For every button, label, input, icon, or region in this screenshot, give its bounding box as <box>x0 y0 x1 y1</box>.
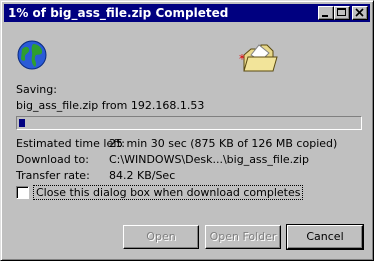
progress-fill <box>19 119 25 127</box>
download-dialog: 1% of big_ass_file.zip Completed * Savin… <box>0 0 374 261</box>
download-progress-bar <box>16 116 362 130</box>
title-bar[interactable]: 1% of big_ass_file.zip Completed <box>4 4 370 22</box>
saving-source: big_ass_file.zip from 192.168.1.53 <box>16 99 205 112</box>
globe-icon <box>17 40 47 70</box>
close-icon <box>355 8 364 17</box>
open-button[interactable]: Open <box>123 225 199 249</box>
close-button[interactable] <box>352 6 368 20</box>
maximize-icon <box>337 8 346 16</box>
saving-label: Saving: <box>16 83 57 96</box>
transfer-rate-label: Transfer rate: <box>16 169 90 182</box>
folder-icon: * <box>239 44 278 72</box>
maximize-button[interactable] <box>334 6 350 20</box>
window-title: 1% of big_ass_file.zip Completed <box>8 6 229 20</box>
cancel-button[interactable]: Cancel <box>286 224 364 250</box>
time-left-value: 25 min 30 sec (875 KB of 126 MB copied) <box>109 137 338 150</box>
transfer-rate-value: 84.2 KB/Sec <box>109 169 176 182</box>
minimize-button[interactable] <box>318 6 334 20</box>
close-when-complete-label[interactable]: Close this dialog box when download comp… <box>33 185 304 200</box>
download-to-label: Download to: <box>16 153 89 166</box>
svg-text:*: * <box>239 52 245 66</box>
open-folder-button[interactable]: Open Folder <box>205 225 281 249</box>
minimize-icon <box>322 15 328 17</box>
close-when-complete-checkbox[interactable] <box>16 186 29 199</box>
download-to-value: C:\WINDOWS\Desk...\big_ass_file.zip <box>109 153 309 166</box>
